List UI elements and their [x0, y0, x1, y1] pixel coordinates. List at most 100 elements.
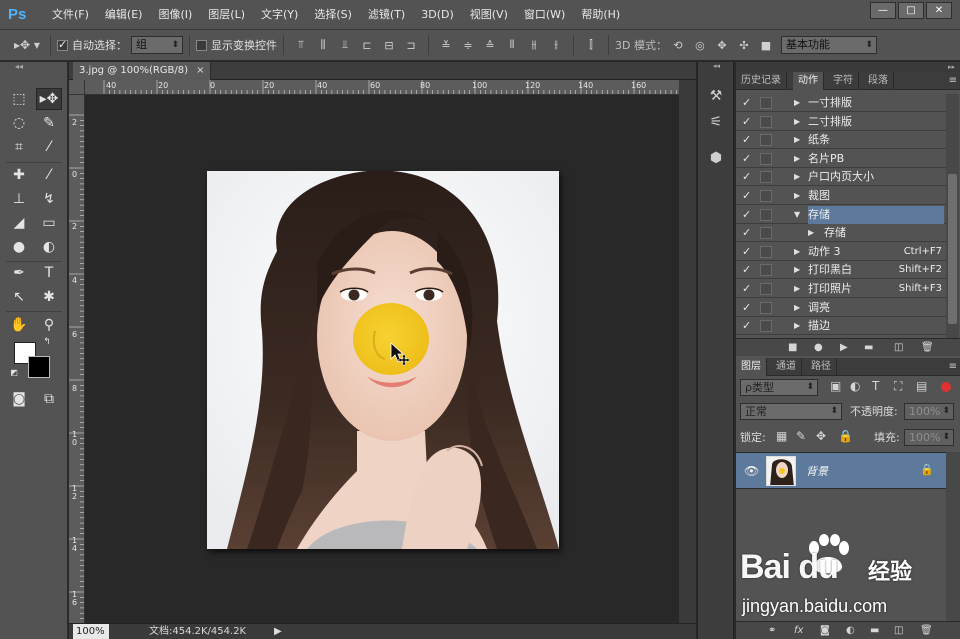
auto-select-dropdown[interactable]: 组	[131, 36, 183, 54]
action-enabled-check-icon[interactable]: ✓	[742, 263, 756, 277]
show-transform-checkbox[interactable]	[196, 39, 207, 51]
expand-triangle-icon[interactable]: ▶	[794, 280, 800, 298]
align-top-icon[interactable]: ⫪	[292, 36, 310, 54]
distribute-right-icon[interactable]: ⫲	[547, 36, 565, 54]
expand-triangle-icon[interactable]: ▶	[794, 150, 800, 168]
close-button[interactable]: ✕	[926, 2, 952, 19]
lasso-tool-icon[interactable]: ◌	[6, 112, 32, 134]
action-row[interactable]: ✓ ▶ 动作 3 Ctrl+F7	[736, 243, 946, 261]
3d-rotate-icon[interactable]: ⟲	[669, 36, 687, 54]
record-icon[interactable]: ●	[814, 339, 823, 357]
action-row[interactable]: ✓ ▶ 一寸排版	[736, 94, 946, 112]
vertical-scrollbar[interactable]	[679, 80, 696, 623]
distribute-left-icon[interactable]: ⫴	[503, 36, 521, 54]
action-enabled-check-icon[interactable]: ✓	[742, 282, 756, 296]
background-color-swatch[interactable]	[28, 356, 50, 378]
action-enabled-check-icon[interactable]: ✓	[742, 152, 756, 166]
new-group-icon[interactable]: ▬	[870, 622, 879, 639]
action-enabled-check-icon[interactable]: ✓	[742, 170, 756, 184]
menu-edit[interactable]: 编辑(E)	[97, 0, 151, 30]
clone-stamp-tool-icon[interactable]: ⊥	[6, 188, 32, 210]
layers-panel-menu-icon[interactable]: ≡	[949, 358, 957, 376]
hand-tool-icon[interactable]: ✋	[6, 314, 32, 336]
shape-tool-icon[interactable]: ✱	[36, 286, 62, 308]
3d-scale-icon[interactable]: ■	[757, 36, 775, 54]
3d-roll-icon[interactable]: ◎	[691, 36, 709, 54]
path-select-tool-icon[interactable]: ↖	[6, 286, 32, 308]
action-row[interactable]: ✓ ▶ 二寸排版	[736, 113, 946, 131]
distribute-top-icon[interactable]: ≚	[437, 36, 455, 54]
brush-presets-icon[interactable]: ⚟	[702, 110, 730, 134]
tool-presets-icon[interactable]: ⚒	[702, 84, 730, 108]
action-enabled-check-icon[interactable]: ✓	[742, 133, 756, 147]
expand-triangle-icon[interactable]: ▶	[794, 131, 800, 149]
gradient-tool-icon[interactable]: ▭	[36, 212, 62, 234]
healing-brush-tool-icon[interactable]: ✚	[6, 164, 32, 186]
tab-channels[interactable]: 通道	[771, 358, 802, 376]
action-enabled-check-icon[interactable]: ✓	[742, 189, 756, 203]
filter-smart-object-icon[interactable]: ▤	[916, 379, 927, 393]
expand-triangle-icon[interactable]: ▶	[794, 243, 800, 261]
zoom-tool-icon[interactable]: ⚲	[36, 314, 62, 336]
minimize-button[interactable]: —	[870, 2, 896, 19]
swap-colors-icon[interactable]: ↰	[40, 336, 54, 348]
play-icon[interactable]: ▶	[840, 339, 848, 357]
default-colors-icon[interactable]: ◩	[8, 366, 20, 378]
canvas[interactable]	[85, 95, 679, 623]
lock-position-icon[interactable]: ✥	[816, 429, 826, 443]
tab-layers[interactable]: 图层	[736, 358, 767, 376]
move-tool-icon[interactable]: ▸✥	[36, 88, 62, 110]
delete-action-icon[interactable]: 🗑	[921, 339, 934, 357]
action-row[interactable]: ✓ ▶ 打印黑白 Shift+F2	[736, 261, 946, 280]
action-enabled-check-icon[interactable]: ✓	[742, 226, 756, 240]
expand-triangle-icon[interactable]: ▶	[794, 113, 800, 131]
fill-field[interactable]: 100%	[904, 429, 954, 446]
document-tab[interactable]: 3.jpg @ 100%(RGB/8) ×	[73, 62, 212, 80]
action-row[interactable]: ✓ ▶ 存储	[736, 224, 946, 243]
action-dialog-toggle[interactable]	[760, 115, 772, 128]
align-hcenter-icon[interactable]: ⊟	[380, 36, 398, 54]
distribute-vcenter-icon[interactable]: ≑	[459, 36, 477, 54]
new-action-icon[interactable]: ◫	[894, 339, 903, 357]
expand-triangle-icon[interactable]: ▶	[808, 224, 814, 242]
action-dialog-toggle[interactable]	[760, 152, 772, 165]
expand-triangle-icon[interactable]: ▶	[794, 299, 800, 317]
action-dialog-toggle[interactable]	[760, 171, 772, 184]
expand-triangle-icon[interactable]: ▶	[794, 94, 800, 112]
menu-window[interactable]: 窗口(W)	[516, 0, 573, 30]
action-enabled-check-icon[interactable]: ✓	[742, 96, 756, 110]
eraser-tool-icon[interactable]: ◢	[6, 212, 32, 234]
expand-triangle-icon[interactable]: ▶	[794, 187, 800, 205]
filter-toggle-icon[interactable]	[941, 382, 951, 392]
action-row[interactable]: ✓ ▶ 打印照片 Shift+F3	[736, 280, 946, 298]
action-row[interactable]: ✓ ▶ 纸条	[736, 131, 946, 150]
action-row[interactable]: ✓ ▶ 描边	[736, 317, 946, 336]
menu-type[interactable]: 文字(Y)	[253, 0, 306, 30]
actions-scrollbar[interactable]	[946, 94, 959, 338]
dock-collapse-icon[interactable]: ▸▸	[736, 62, 960, 72]
zoom-field[interactable]: 100%	[73, 624, 109, 639]
workspace-dropdown[interactable]: 基本功能	[780, 36, 877, 54]
align-bottom-icon[interactable]: ⫫	[336, 36, 354, 54]
expand-triangle-icon[interactable]: ▶	[794, 168, 800, 186]
tab-character[interactable]: 字符	[828, 72, 859, 90]
action-row[interactable]: ✓ ▶ 调亮	[736, 299, 946, 317]
tab-history[interactable]: 历史记录	[736, 72, 787, 90]
close-tab-icon[interactable]: ×	[196, 65, 204, 76]
status-menu-arrow-icon[interactable]: ▶	[274, 624, 282, 639]
expand-triangle-icon[interactable]: ▶	[794, 317, 800, 335]
action-dialog-toggle[interactable]	[760, 190, 772, 202]
tab-actions[interactable]: 动作	[793, 72, 824, 90]
toolbox-collapse-icon[interactable]: ◂◂	[6, 62, 32, 71]
action-dialog-toggle[interactable]	[760, 320, 772, 333]
brush-tool-icon[interactable]: ⁄	[36, 164, 62, 186]
auto-select-checkbox[interactable]	[57, 38, 68, 51]
menu-view[interactable]: 视图(V)	[462, 0, 516, 30]
quick-select-tool-icon[interactable]: ✎	[36, 112, 62, 134]
lock-pixels-icon[interactable]: ✎	[796, 429, 806, 443]
eyedropper-tool-icon[interactable]: ⁄	[36, 136, 62, 158]
opacity-field[interactable]: 100%	[904, 403, 954, 420]
link-layers-icon[interactable]: ⚭	[768, 622, 776, 639]
action-dialog-toggle[interactable]	[760, 208, 772, 221]
action-dialog-toggle[interactable]	[760, 134, 772, 147]
